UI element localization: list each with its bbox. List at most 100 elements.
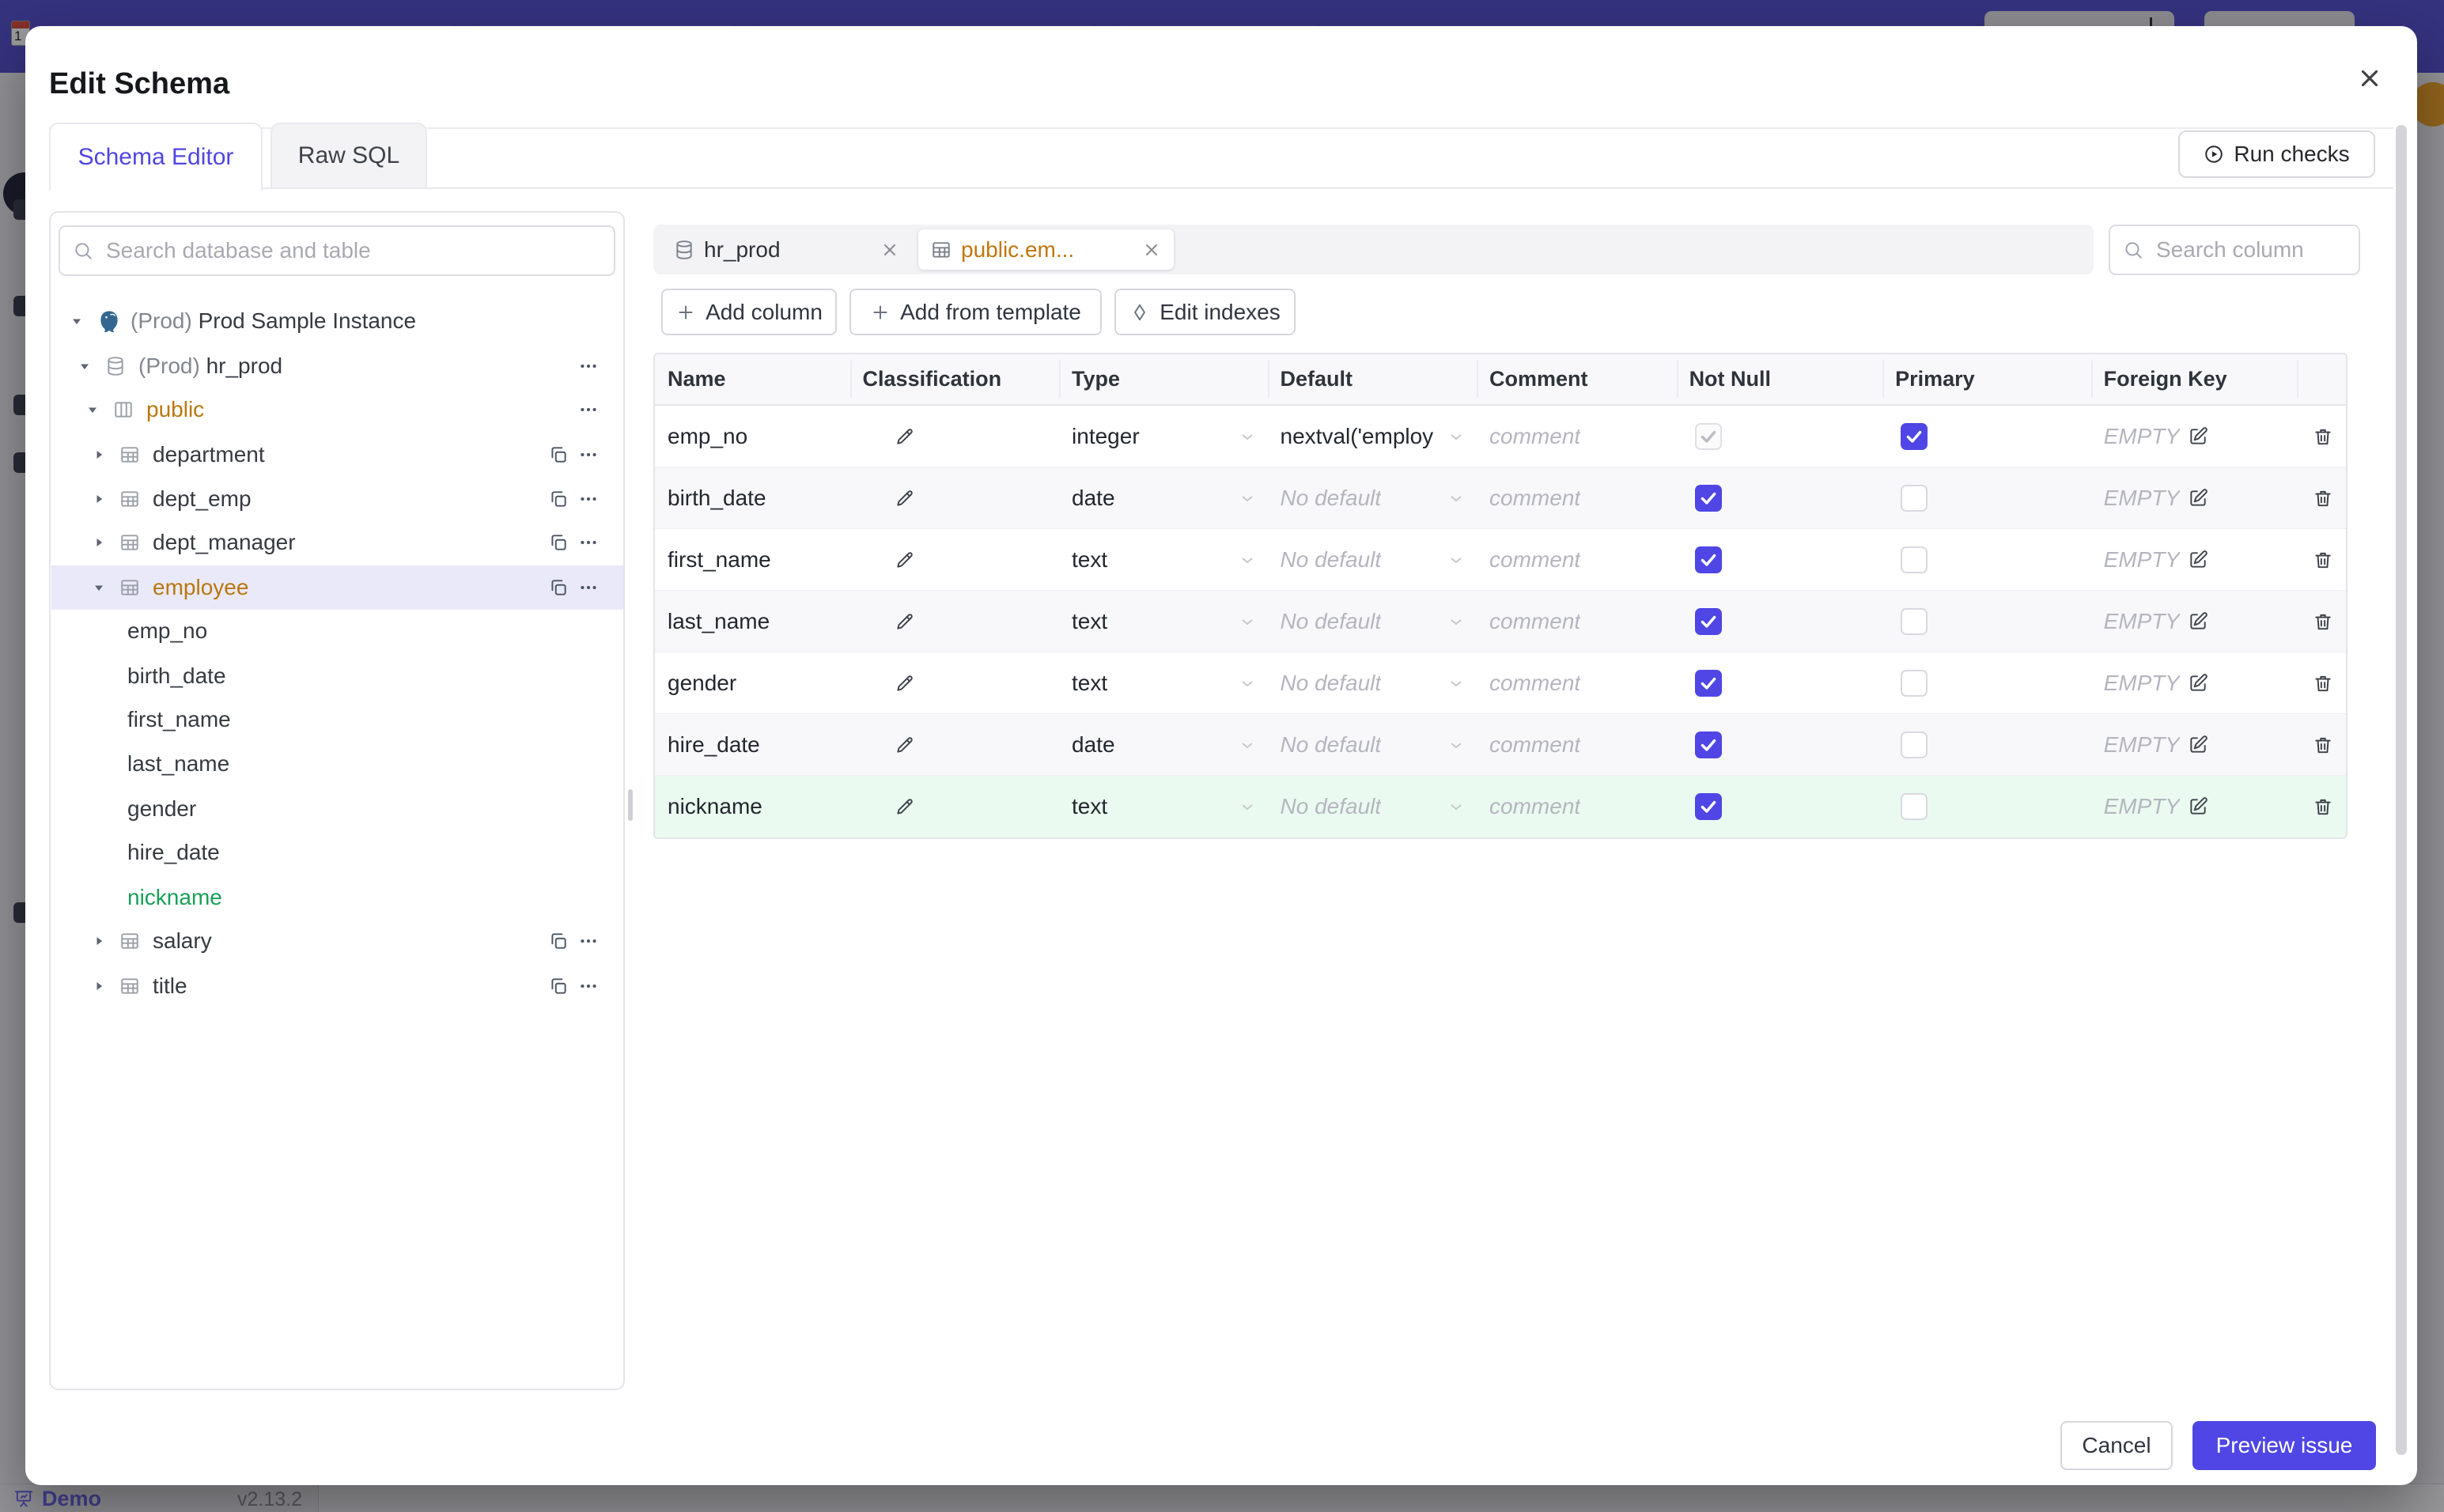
modal-scrollbar[interactable] bbox=[2396, 125, 2407, 1455]
chevron-down-icon[interactable] bbox=[1238, 427, 1257, 446]
column-name-field[interactable]: last_name bbox=[655, 609, 770, 634]
foreign-key-edit-icon[interactable] bbox=[2188, 426, 2208, 447]
primary-checkbox-unchecked[interactable] bbox=[1901, 607, 1928, 635]
chevron-down-icon[interactable] bbox=[1238, 674, 1257, 693]
copy-icon[interactable] bbox=[548, 577, 569, 598]
chevron-down-icon[interactable] bbox=[1238, 612, 1257, 631]
comment-input[interactable]: comment bbox=[1477, 794, 1580, 819]
default-select[interactable]: No default bbox=[1268, 609, 1382, 634]
delete-column-icon[interactable] bbox=[2313, 673, 2333, 694]
tree-item-hr_prod[interactable]: (Prod) hr_prod bbox=[51, 344, 623, 388]
type-select[interactable]: date bbox=[1059, 732, 1115, 758]
close-icon[interactable] bbox=[1142, 240, 1161, 259]
not-null-checkbox-checked[interactable] bbox=[1694, 731, 1722, 758]
default-select[interactable]: No default bbox=[1268, 794, 1382, 819]
tree-column-hire_date[interactable]: hire_date bbox=[51, 830, 623, 875]
caret-right-icon[interactable] bbox=[91, 978, 107, 994]
primary-checkbox-unchecked[interactable] bbox=[1901, 546, 1928, 573]
caret-right-icon[interactable] bbox=[91, 933, 107, 949]
tree-item-public[interactable]: public bbox=[51, 387, 623, 432]
chevron-down-icon[interactable] bbox=[1447, 427, 1466, 446]
tree-column-last_name[interactable]: last_name bbox=[51, 742, 623, 786]
chevron-down-icon[interactable] bbox=[1447, 489, 1466, 508]
tab-schema-editor[interactable]: Schema Editor bbox=[49, 123, 263, 191]
foreign-key-edit-icon[interactable] bbox=[2188, 488, 2208, 508]
add-column-button[interactable]: Add column bbox=[661, 289, 837, 335]
delete-column-icon[interactable] bbox=[2313, 550, 2333, 570]
column-search-input[interactable] bbox=[2155, 226, 2352, 274]
default-select[interactable]: No default bbox=[1268, 671, 1382, 696]
foreign-key-edit-icon[interactable] bbox=[2188, 550, 2208, 570]
classification-edit-icon[interactable] bbox=[895, 426, 915, 447]
tree-item-dept_manager[interactable]: dept_manager bbox=[51, 520, 623, 565]
copy-icon[interactable] bbox=[548, 489, 569, 509]
column-name-field[interactable]: first_name bbox=[655, 547, 771, 573]
tree-item-employee[interactable]: employee bbox=[51, 565, 623, 610]
primary-checkbox-unchecked[interactable] bbox=[1901, 731, 1928, 758]
default-select[interactable]: nextval('employ bbox=[1268, 424, 1434, 449]
chevron-down-icon[interactable] bbox=[1447, 674, 1466, 693]
tab-raw-sql[interactable]: Raw SQL bbox=[271, 123, 427, 189]
caret-right-icon[interactable] bbox=[91, 447, 107, 463]
foreign-key-edit-icon[interactable] bbox=[2188, 796, 2208, 817]
chevron-down-icon[interactable] bbox=[1447, 612, 1466, 631]
primary-checkbox-unchecked[interactable] bbox=[1901, 669, 1928, 697]
comment-input[interactable]: comment bbox=[1477, 732, 1580, 758]
delete-column-icon[interactable] bbox=[2313, 611, 2333, 632]
chevron-down-icon[interactable] bbox=[1238, 797, 1257, 816]
default-select[interactable]: No default bbox=[1268, 486, 1382, 511]
more-icon[interactable] bbox=[578, 444, 599, 465]
primary-checkbox-unchecked[interactable] bbox=[1901, 484, 1928, 512]
classification-edit-icon[interactable] bbox=[895, 488, 915, 508]
type-select[interactable]: text bbox=[1059, 671, 1107, 696]
more-icon[interactable] bbox=[578, 976, 599, 996]
default-select[interactable]: No default bbox=[1268, 732, 1382, 758]
add-from-template-button[interactable]: Add from template bbox=[849, 289, 1102, 335]
delete-column-icon[interactable] bbox=[2313, 426, 2333, 447]
default-select[interactable]: No default bbox=[1268, 547, 1382, 573]
primary-checkbox-checked[interactable] bbox=[1901, 422, 1928, 450]
delete-column-icon[interactable] bbox=[2313, 488, 2333, 508]
caret-right-icon[interactable] bbox=[91, 535, 107, 550]
classification-edit-icon[interactable] bbox=[895, 735, 915, 755]
tree-column-birth_date[interactable]: birth_date bbox=[51, 654, 623, 698]
classification-edit-icon[interactable] bbox=[895, 611, 915, 632]
type-select[interactable]: integer bbox=[1059, 424, 1140, 449]
chevron-down-icon[interactable] bbox=[1238, 550, 1257, 569]
chevron-down-icon[interactable] bbox=[1447, 735, 1466, 754]
copy-icon[interactable] bbox=[548, 931, 569, 951]
more-icon[interactable] bbox=[578, 489, 599, 509]
not-null-checkbox-checked[interactable] bbox=[1694, 607, 1722, 635]
classification-edit-icon[interactable] bbox=[895, 796, 915, 817]
classification-edit-icon[interactable] bbox=[895, 673, 915, 694]
column-name-field[interactable]: nickname bbox=[655, 794, 762, 819]
tree-item-salary[interactable]: salary bbox=[51, 919, 623, 963]
more-icon[interactable] bbox=[578, 577, 599, 598]
comment-input[interactable]: comment bbox=[1477, 547, 1580, 573]
run-checks-button[interactable]: Run checks bbox=[2178, 130, 2375, 178]
more-icon[interactable] bbox=[578, 931, 599, 951]
tree-item-dept_emp[interactable]: dept_emp bbox=[51, 477, 623, 521]
foreign-key-edit-icon[interactable] bbox=[2188, 735, 2208, 755]
close-icon[interactable] bbox=[2354, 62, 2385, 94]
copy-icon[interactable] bbox=[548, 444, 569, 465]
comment-input[interactable]: comment bbox=[1477, 609, 1580, 634]
comment-input[interactable]: comment bbox=[1477, 671, 1580, 696]
tree-column-emp_no[interactable]: emp_no bbox=[51, 609, 623, 653]
tree-column-gender[interactable]: gender bbox=[51, 787, 623, 831]
not-null-checkbox-checked[interactable] bbox=[1694, 669, 1722, 697]
not-null-checkbox-checked[interactable] bbox=[1694, 546, 1722, 573]
tree-item-department[interactable]: department bbox=[51, 433, 623, 477]
column-name-field[interactable]: emp_no bbox=[655, 424, 747, 449]
column-name-field[interactable]: gender bbox=[655, 671, 736, 696]
delete-column-icon[interactable] bbox=[2313, 796, 2333, 817]
type-select[interactable]: date bbox=[1059, 486, 1115, 511]
primary-checkbox-unchecked[interactable] bbox=[1901, 793, 1928, 820]
foreign-key-edit-icon[interactable] bbox=[2188, 673, 2208, 694]
column-name-field[interactable]: birth_date bbox=[655, 486, 766, 511]
chevron-down-icon[interactable] bbox=[1447, 797, 1466, 816]
type-select[interactable]: text bbox=[1059, 794, 1107, 819]
more-icon[interactable] bbox=[578, 356, 599, 376]
editor-tab-hr_prod[interactable]: hr_prod bbox=[661, 229, 912, 270]
column-name-field[interactable]: hire_date bbox=[655, 732, 760, 758]
